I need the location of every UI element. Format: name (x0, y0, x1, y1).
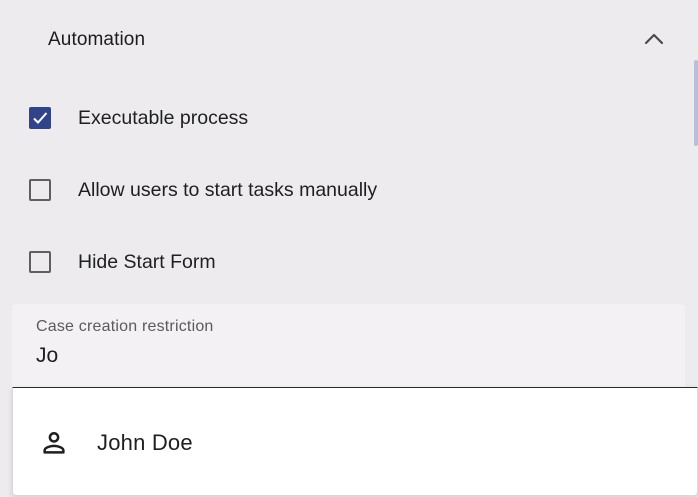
checkbox-row-executable-process[interactable]: Executable process (29, 104, 248, 132)
section-title-automation: Automation (48, 29, 146, 50)
autocomplete-option[interactable]: John Doe (13, 408, 697, 478)
checkbox-label: Allow users to start tasks manually (78, 178, 378, 201)
check-icon (33, 112, 48, 124)
hide-start-form-checkbox[interactable] (29, 251, 51, 273)
checkbox-row-allow-manual-start[interactable]: Allow users to start tasks manually (29, 176, 377, 204)
autocomplete-option-label: John Doe (97, 430, 193, 455)
autocomplete-dropdown: John Doe (12, 387, 698, 496)
field-label: Case creation restriction (36, 318, 214, 335)
checkbox-row-hide-start-form[interactable]: Hide Start Form (29, 248, 216, 276)
case-creation-restriction-field[interactable]: Case creation restriction (12, 304, 685, 388)
case-creation-restriction-input[interactable] (36, 344, 636, 368)
checkbox-label: Executable process (78, 106, 249, 129)
executable-process-checkbox[interactable] (29, 107, 51, 129)
scrollbar-thumb[interactable] (694, 60, 698, 146)
person-icon (43, 431, 65, 454)
allow-manual-start-checkbox[interactable] (29, 179, 51, 201)
checkbox-label: Hide Start Form (78, 250, 216, 273)
chevron-up-icon[interactable] (642, 28, 666, 48)
